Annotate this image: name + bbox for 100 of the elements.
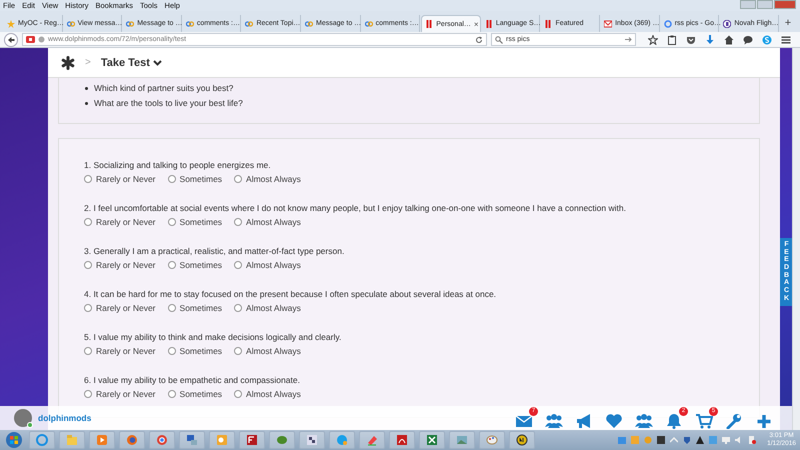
picture-icon <box>456 434 468 446</box>
option-label: Almost Always <box>246 174 301 184</box>
radio-button[interactable] <box>234 174 242 182</box>
download-icon[interactable] <box>705 34 715 44</box>
radio-button[interactable] <box>84 346 92 354</box>
radio-option[interactable]: Almost Always <box>234 216 301 226</box>
radio-option[interactable]: Almost Always <box>234 346 301 356</box>
bars-icon <box>484 20 493 28</box>
star-icon[interactable] <box>648 34 658 44</box>
radio-option[interactable]: Almost Always <box>234 260 301 270</box>
option-label: Almost Always <box>246 260 301 270</box>
radio-option[interactable]: Sometimes <box>168 216 222 226</box>
chat-icon[interactable] <box>743 34 753 44</box>
radio-button[interactable] <box>84 304 92 312</box>
username-link[interactable]: dolphinmods <box>38 413 92 423</box>
radio-button[interactable] <box>168 174 176 182</box>
taskbar-app-button[interactable] <box>179 431 205 449</box>
taskbar-app-button[interactable] <box>389 431 415 449</box>
bars-icon <box>544 20 552 28</box>
pocket-icon[interactable] <box>686 34 696 44</box>
radio-option[interactable]: Almost Always <box>234 302 301 312</box>
question-text: 5. I value my ability to think and make decisions logically and clearly. <box>84 331 342 344</box>
minimize-button[interactable] <box>740 0 756 9</box>
radio-button[interactable] <box>84 218 92 226</box>
option-label: Sometimes <box>180 174 222 184</box>
radio-button[interactable] <box>234 390 242 398</box>
home-icon[interactable] <box>724 34 734 44</box>
radio-option[interactable]: Sometimes <box>168 302 222 312</box>
radio-button[interactable] <box>234 260 242 268</box>
radio-option[interactable]: Rarely or Never <box>84 302 156 312</box>
radio-option[interactable]: Rarely or Never <box>84 388 156 398</box>
radio-button[interactable] <box>84 174 92 182</box>
arrow-icon[interactable] <box>625 36 632 43</box>
option-label: Almost Always <box>246 216 301 226</box>
asterisk-icon[interactable] <box>61 56 75 70</box>
radio-option[interactable]: Rarely or Never <box>84 346 156 356</box>
shield-icon[interactable] <box>683 436 692 444</box>
radio-option[interactable]: Rarely or Never <box>84 216 156 226</box>
rings-icon <box>66 20 75 28</box>
scrollbar[interactable] <box>792 48 800 430</box>
close-tab-button[interactable]: × <box>474 20 479 28</box>
option-label: Rarely or Never <box>96 260 156 270</box>
taskbar-app-button[interactable] <box>149 431 175 449</box>
question-text: 1. Socializing and talking to people energizes me. <box>84 159 272 172</box>
radio-option[interactable]: Sometimes <box>168 260 222 270</box>
option-label: Sometimes <box>180 216 222 226</box>
envelope-icon <box>604 20 612 28</box>
radio-option[interactable]: Sometimes <box>168 388 222 398</box>
breadcrumb-separator: > <box>85 57 91 68</box>
take-test-dropdown[interactable]: Take Test <box>100 56 162 68</box>
avatar[interactable] <box>14 409 32 427</box>
radio-button[interactable] <box>84 260 92 268</box>
reload-icon[interactable] <box>475 36 483 44</box>
plus-icon <box>755 412 773 428</box>
radio-option[interactable]: Almost Always <box>234 174 301 184</box>
radio-button[interactable] <box>168 390 176 398</box>
question-text: 4. It can be hard for me to stay focused on the present because I often speculate about several ideas at once. <box>84 288 498 301</box>
folder-icon <box>66 434 78 446</box>
question-text: 3. Generally I am a practical, realistic, and matter-of-fact type person. <box>84 245 346 258</box>
bullet-icon <box>85 102 88 105</box>
radio-option[interactable]: Sometimes <box>168 174 222 184</box>
option-label: Rarely or Never <box>96 388 156 398</box>
close-button[interactable] <box>774 0 796 9</box>
radio-button[interactable] <box>168 260 176 268</box>
option-label: Sometimes <box>180 260 222 270</box>
radio-option[interactable]: Rarely or Never <box>84 260 156 270</box>
people-icon <box>545 412 563 428</box>
windows-logo-icon <box>5 431 23 449</box>
search-icon <box>495 36 503 44</box>
heart-icon <box>605 412 623 428</box>
radio-button[interactable] <box>168 346 176 354</box>
menu-icon[interactable] <box>781 34 791 44</box>
radio-button[interactable] <box>234 218 242 226</box>
back-arrow-icon <box>7 36 15 44</box>
window-icon[interactable] <box>618 436 626 444</box>
option-label: Almost Always <box>246 388 301 398</box>
rings-icon <box>186 20 194 28</box>
taskbar-app-button[interactable] <box>299 431 325 449</box>
radio-button[interactable] <box>168 218 176 226</box>
start-button[interactable] <box>3 431 25 449</box>
back-button[interactable] <box>4 32 18 46</box>
radio-button[interactable] <box>234 346 242 354</box>
clipboard-icon[interactable] <box>667 34 677 44</box>
new-tab-button[interactable]: + <box>780 15 796 32</box>
taskbar-app-button[interactable] <box>419 431 445 449</box>
radio-option[interactable]: Sometimes <box>168 346 222 356</box>
rings-icon <box>126 20 134 28</box>
taskbar-app-button[interactable] <box>509 431 535 449</box>
radio-option[interactable]: Almost Always <box>234 388 301 398</box>
option-label: Rarely or Never <box>96 346 156 356</box>
taskbar-app-button[interactable] <box>119 431 145 449</box>
bullet-icon <box>85 87 88 90</box>
radio-button[interactable] <box>84 390 92 398</box>
cart-icon <box>695 412 713 428</box>
topic-text: What are the tools to live your best life? <box>94 97 243 110</box>
radio-button[interactable] <box>168 304 176 312</box>
radio-button[interactable] <box>234 304 242 312</box>
maximize-button[interactable] <box>757 0 773 9</box>
radio-option[interactable]: Rarely or Never <box>84 174 156 184</box>
taskbar-app-button[interactable] <box>239 431 265 449</box>
